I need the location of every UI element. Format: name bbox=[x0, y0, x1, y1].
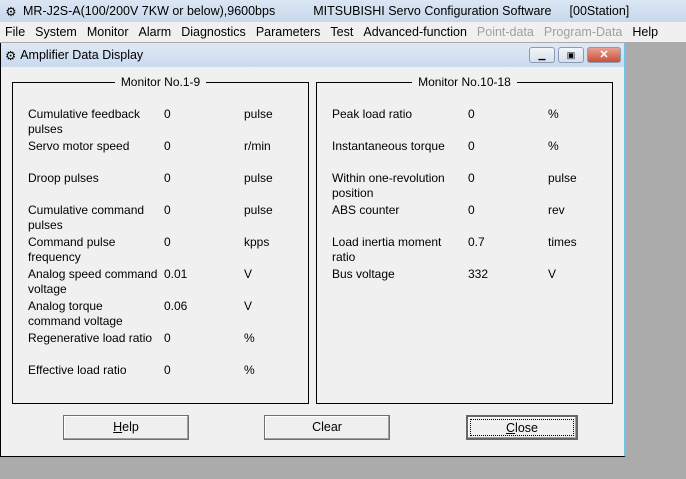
monitor-label: Effective load ratio bbox=[28, 363, 127, 377]
menu-diagnostics[interactable]: Diagnostics bbox=[176, 25, 251, 39]
monitor-unit: kpps bbox=[244, 235, 270, 249]
menu-program-data[interactable]: Program-Data bbox=[539, 25, 628, 39]
monitor-value: 332 bbox=[468, 267, 489, 281]
monitor-value: 0 bbox=[164, 139, 171, 153]
monitor-label: Command pulse frequency bbox=[28, 235, 116, 264]
monitor-unit: % bbox=[548, 107, 559, 121]
window-title-bar[interactable]: ⚙ Amplifier Data Display ▁ ▣ ✕ bbox=[1, 43, 624, 67]
monitor-label: Analog torque command voltage bbox=[28, 299, 123, 328]
monitor-unit: r/min bbox=[244, 139, 271, 153]
app-title-left: MR-J2S-A(100/200V 7KW or below),9600bps bbox=[23, 4, 276, 18]
monitor-value: 0 bbox=[468, 171, 475, 185]
close-button[interactable]: Close bbox=[466, 415, 578, 440]
monitor-unit: V bbox=[244, 267, 253, 281]
monitor-label: Peak load ratio bbox=[332, 107, 413, 121]
close-window-button[interactable]: ✕ bbox=[587, 47, 621, 63]
monitor-unit: rev bbox=[548, 203, 565, 217]
monitor-value: 0.7 bbox=[468, 235, 485, 249]
amplifier-data-window: ⚙ Amplifier Data Display ▁ ▣ ✕ Monitor N… bbox=[0, 43, 626, 457]
menu-help[interactable]: Help bbox=[627, 25, 663, 39]
help-button[interactable]: Help bbox=[63, 415, 189, 440]
monitor-label: Regenerative load ratio bbox=[28, 331, 153, 345]
monitor-panel-right: Monitor No.10-18 Peak load ratio 0% Instan… bbox=[316, 75, 613, 404]
menu-advanced-function[interactable]: Advanced-function bbox=[358, 25, 472, 39]
menu-monitor[interactable]: Monitor bbox=[82, 25, 134, 39]
monitor-value: 0.06 bbox=[164, 299, 188, 313]
monitor-label: Analog speed command voltage bbox=[28, 267, 158, 296]
monitor-label: Cumulative command pulses bbox=[28, 203, 145, 232]
monitor-value: 0 bbox=[164, 235, 171, 249]
monitor-value: 0 bbox=[164, 331, 171, 345]
monitor-unit: pulse bbox=[244, 107, 273, 121]
monitor-unit: pulse bbox=[548, 171, 577, 185]
monitor-unit: times bbox=[548, 235, 577, 249]
monitor-unit: V bbox=[548, 267, 557, 281]
monitor-label: ABS counter bbox=[332, 203, 400, 217]
panel-title: Monitor No.10-18 bbox=[412, 75, 517, 89]
monitor-unit: % bbox=[548, 139, 559, 153]
monitor-value: 0 bbox=[164, 363, 171, 377]
monitor-label: Cumulative feedback pulses bbox=[28, 107, 141, 136]
window-title: Amplifier Data Display bbox=[20, 48, 144, 62]
monitor-unit: % bbox=[244, 331, 255, 345]
monitor-panel-left: Monitor No.1-9 Cumulative feedback pulse… bbox=[12, 75, 309, 404]
monitor-value: 0 bbox=[164, 203, 171, 217]
monitor-label: Droop pulses bbox=[28, 171, 99, 185]
monitor-value: 0 bbox=[468, 203, 475, 217]
monitor-value: 0 bbox=[468, 139, 475, 153]
menu-file[interactable]: File bbox=[0, 25, 30, 39]
monitor-label: Instantaneous torque bbox=[332, 139, 445, 153]
menu-alarm[interactable]: Alarm bbox=[134, 25, 177, 39]
monitor-value: 0 bbox=[468, 107, 475, 121]
monitor-value: 0 bbox=[164, 171, 171, 185]
minimize-button[interactable]: ▁ bbox=[529, 47, 555, 63]
app-icon: ⚙ bbox=[5, 4, 17, 19]
station: [00Station] bbox=[569, 4, 630, 18]
menu-test[interactable]: Test bbox=[325, 25, 358, 39]
monitor-unit: V bbox=[244, 299, 253, 313]
panel-title: Monitor No.1-9 bbox=[114, 75, 207, 89]
window-icon: ⚙ bbox=[5, 48, 17, 63]
menu-system[interactable]: System bbox=[30, 25, 82, 39]
monitor-label: Servo motor speed bbox=[28, 139, 130, 153]
monitor-label: Load inertia moment ratio bbox=[332, 235, 442, 264]
monitor-label: Within one-revolution position bbox=[332, 171, 445, 200]
menu-bar: File System Monitor Alarm Diagnostics Paramet… bbox=[0, 22, 686, 42]
app-title-bar: ⚙ MR-J2S-A(100/200V 7KW or below),9600bp… bbox=[0, 0, 686, 22]
monitor-unit: % bbox=[244, 363, 255, 377]
monitor-value: 0 bbox=[164, 107, 171, 121]
menu-parameters[interactable]: Parameters bbox=[251, 25, 326, 39]
menu-point-data[interactable]: Point-data bbox=[472, 25, 539, 39]
monitor-label: Bus voltage bbox=[332, 267, 395, 281]
monitor-unit: pulse bbox=[244, 171, 273, 185]
monitor-unit: pulse bbox=[244, 203, 273, 217]
app-title-right: MITSUBISHI Servo Configuration Software bbox=[313, 4, 552, 18]
maximize-button[interactable]: ▣ bbox=[558, 47, 584, 63]
monitor-value: 0.01 bbox=[164, 267, 188, 281]
clear-button[interactable]: Clear bbox=[264, 415, 390, 440]
